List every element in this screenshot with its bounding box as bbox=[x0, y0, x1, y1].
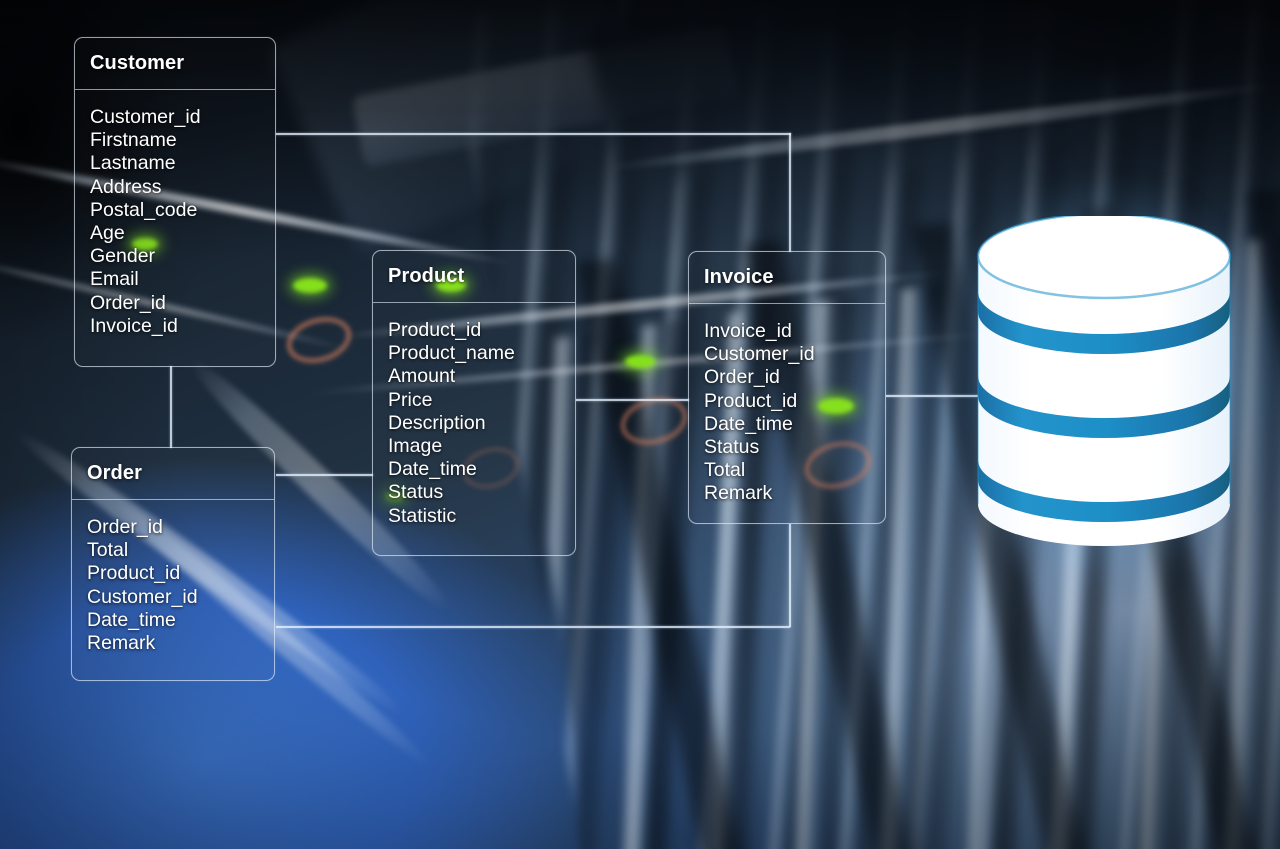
database-cylinder-svg bbox=[976, 216, 1232, 546]
field-item: Description bbox=[388, 411, 486, 434]
field-item: Statistic bbox=[388, 504, 457, 527]
field-item: Gender bbox=[90, 245, 156, 268]
field-item: Total bbox=[87, 539, 129, 562]
field-item: Date_time bbox=[87, 608, 176, 631]
field-item: Product_id bbox=[388, 319, 482, 341]
field-item: Customer_id bbox=[87, 585, 198, 608]
entity-invoice-fields: Invoice_id Customer_id Order_id Product_… bbox=[689, 304, 885, 520]
field-item: Total bbox=[704, 459, 746, 482]
field-item: Email bbox=[90, 268, 139, 291]
field-item: Status bbox=[704, 436, 760, 459]
field-item: Order_id bbox=[87, 516, 163, 538]
entity-invoice-header: Invoice bbox=[689, 252, 885, 304]
connector-customer-to-invoice-vertical bbox=[789, 133, 791, 252]
field-item: Customer_id bbox=[90, 106, 201, 128]
field-item: Invoice_id bbox=[704, 320, 792, 342]
entity-order-title: Order bbox=[87, 462, 142, 484]
field-item: Product_id bbox=[87, 562, 181, 585]
connector-order-to-invoice-vertical bbox=[789, 524, 791, 627]
field-item: Lastname bbox=[90, 152, 176, 175]
entity-product-fields: Product_id Product_name Amount Price Des… bbox=[373, 303, 575, 542]
entity-invoice[interactable]: Invoice Invoice_id Customer_id Order_id … bbox=[688, 251, 886, 524]
database-cylinder-icon[interactable] bbox=[941, 186, 1267, 582]
field-item: Product_name bbox=[388, 342, 515, 365]
entity-order-header: Order bbox=[72, 448, 274, 500]
entity-order[interactable]: Order Order_id Total Product_id Customer… bbox=[71, 447, 275, 681]
field-item: Customer_id bbox=[704, 343, 815, 366]
field-item: Invoice_id bbox=[90, 314, 178, 337]
field-item: Remark bbox=[87, 632, 156, 655]
entity-customer[interactable]: Customer Customer_id Firstname Lastname … bbox=[74, 37, 276, 367]
entity-customer-title: Customer bbox=[90, 52, 185, 74]
field-item: Order_id bbox=[90, 291, 166, 314]
entity-product-header: Product bbox=[373, 251, 575, 303]
entity-invoice-title: Invoice bbox=[704, 266, 774, 288]
er-diagram-canvas: Customer Customer_id Firstname Lastname … bbox=[0, 0, 1280, 849]
field-item: Firstname bbox=[90, 129, 177, 152]
connector-product-to-invoice bbox=[576, 399, 689, 401]
field-item: Age bbox=[90, 222, 125, 245]
field-item: Address bbox=[90, 175, 162, 198]
field-item: Status bbox=[388, 481, 444, 504]
field-item: Amount bbox=[388, 365, 456, 388]
connector-order-to-product bbox=[276, 474, 373, 476]
field-item: Order_id bbox=[704, 366, 780, 389]
entity-product-title: Product bbox=[388, 265, 465, 287]
field-item: Postal_code bbox=[90, 198, 198, 221]
field-item: Remark bbox=[704, 482, 773, 505]
field-item: Product_id bbox=[704, 389, 798, 412]
entity-product[interactable]: Product Product_id Product_name Amount P… bbox=[372, 250, 576, 556]
field-item: Image bbox=[388, 435, 443, 458]
entity-order-fields: Order_id Total Product_id Customer_id Da… bbox=[72, 500, 274, 669]
connector-customer-to-order bbox=[170, 366, 172, 448]
field-item: Price bbox=[388, 388, 433, 411]
field-item: Date_time bbox=[388, 458, 477, 481]
connector-customer-to-invoice-horizontal bbox=[276, 133, 791, 135]
connector-order-to-invoice-horizontal bbox=[276, 626, 790, 628]
entity-customer-fields: Customer_id Firstname Lastname Address P… bbox=[75, 90, 275, 352]
er-diagram-layer: Customer Customer_id Firstname Lastname … bbox=[0, 0, 1280, 849]
entity-customer-header: Customer bbox=[75, 38, 275, 90]
field-item: Date_time bbox=[704, 412, 793, 435]
